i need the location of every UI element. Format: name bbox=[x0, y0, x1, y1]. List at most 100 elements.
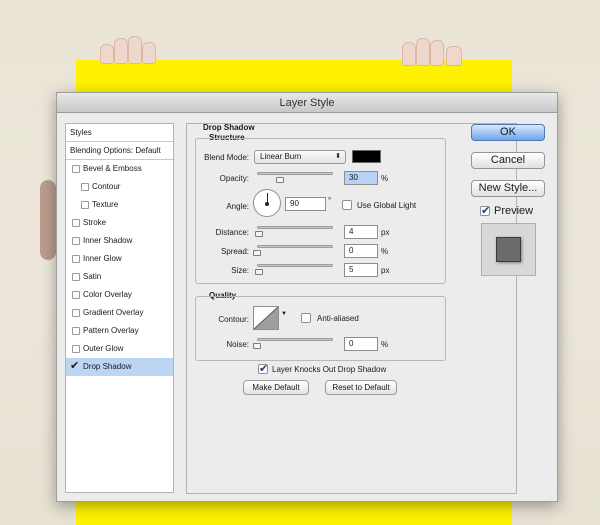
sidebar-blending-options[interactable]: Blending Options: Default bbox=[66, 142, 173, 160]
sidebar-item-inner-shadow[interactable]: Inner Shadow bbox=[66, 232, 173, 250]
drop-shadow-panel: Drop Shadow Structure Blend Mode: Linear… bbox=[186, 123, 517, 494]
blend-mode-select[interactable]: Linear Burn ⬍ bbox=[254, 150, 346, 164]
gradient-overlay-checkbox[interactable] bbox=[72, 309, 80, 317]
opacity-slider-knob[interactable] bbox=[275, 177, 284, 183]
sidebar-item-label: Outer Glow bbox=[83, 344, 124, 353]
sidebar-item-texture[interactable]: Texture bbox=[66, 196, 173, 214]
noise-label: Noise: bbox=[226, 340, 249, 349]
panel-title: Drop Shadow bbox=[203, 123, 255, 132]
inner-shadow-checkbox[interactable] bbox=[72, 237, 80, 245]
sidebar-item-label: Texture bbox=[92, 200, 119, 209]
noise-slider-knob[interactable] bbox=[253, 343, 261, 349]
sidebar-item-satin[interactable]: Satin bbox=[66, 268, 173, 286]
texture-checkbox[interactable] bbox=[81, 201, 89, 209]
left-hand bbox=[98, 36, 160, 64]
sidebar-item-label: Contour bbox=[92, 182, 121, 191]
preview-label: Preview bbox=[494, 205, 534, 217]
blend-mode-value: Linear Burn bbox=[260, 152, 302, 161]
ok-button[interactable]: OK bbox=[471, 124, 545, 141]
contour-preview[interactable] bbox=[253, 306, 279, 330]
satin-checkbox[interactable] bbox=[72, 273, 80, 281]
sidebar-item-bevel-emboss[interactable]: Bevel & Emboss bbox=[66, 160, 173, 178]
spread-input[interactable]: 0 bbox=[344, 244, 378, 258]
sidebar-item-label: Inner Glow bbox=[83, 254, 122, 263]
sidebar-item-label: Satin bbox=[83, 272, 102, 281]
sidebar-item-pattern-overlay[interactable]: Pattern Overlay bbox=[66, 322, 173, 340]
contour-curve-icon bbox=[254, 307, 278, 329]
blend-mode-label: Blend Mode: bbox=[204, 153, 249, 162]
sidebar-item-label: Gradient Overlay bbox=[83, 308, 144, 317]
contour-dropdown-icon[interactable]: ▼ bbox=[281, 311, 287, 317]
inner-glow-checkbox[interactable] bbox=[72, 255, 80, 263]
pattern-overlay-checkbox[interactable] bbox=[72, 327, 80, 335]
opacity-label: Opacity: bbox=[219, 174, 249, 183]
size-slider-track[interactable] bbox=[257, 264, 333, 267]
sidebar-item-gradient-overlay[interactable]: Gradient Overlay bbox=[66, 304, 173, 322]
angle-hub bbox=[265, 202, 269, 206]
knockout-checkbox[interactable] bbox=[258, 362, 268, 375]
dialog-title: Layer Style bbox=[57, 93, 557, 113]
distance-slider-track[interactable] bbox=[257, 226, 333, 229]
opacity-input[interactable]: 30 bbox=[344, 171, 378, 185]
sidebar-item-label: Drop Shadow bbox=[83, 362, 132, 371]
sidebar-item-label: Inner Shadow bbox=[83, 236, 133, 245]
sidebar-item-label: Color Overlay bbox=[83, 290, 132, 299]
color-overlay-checkbox[interactable] bbox=[72, 291, 80, 299]
size-slider-knob[interactable] bbox=[255, 269, 263, 275]
angle-dial[interactable] bbox=[253, 189, 281, 217]
contour-checkbox[interactable] bbox=[81, 183, 89, 191]
sidebar-header-styles[interactable]: Styles bbox=[66, 124, 173, 142]
noise-input[interactable]: 0 bbox=[344, 337, 378, 351]
outer-glow-checkbox[interactable] bbox=[72, 345, 80, 353]
angle-unit: ° bbox=[328, 196, 332, 205]
distance-unit: px bbox=[381, 228, 390, 237]
sidebar-item-inner-glow[interactable]: Inner Glow bbox=[66, 250, 173, 268]
anti-aliased-checkbox[interactable] bbox=[301, 313, 311, 323]
styles-sidebar: Styles Blending Options: Default Bevel &… bbox=[65, 123, 174, 493]
bevel-emboss-checkbox[interactable] bbox=[72, 165, 80, 173]
right-hand bbox=[400, 38, 466, 66]
preview-swatch bbox=[496, 237, 521, 262]
sidebar-item-stroke[interactable]: Stroke bbox=[66, 214, 173, 232]
anti-aliased-label: Anti-aliased bbox=[317, 314, 359, 323]
sidebar-item-label: Stroke bbox=[83, 218, 107, 227]
angle-input[interactable]: 90 bbox=[285, 197, 326, 211]
checkmark-icon[interactable]: ✔ bbox=[70, 358, 79, 374]
spread-slider-track[interactable] bbox=[257, 245, 333, 248]
sidebar-item-label: Pattern Overlay bbox=[83, 326, 139, 335]
distance-input[interactable]: 4 bbox=[344, 225, 378, 239]
stroke-checkbox[interactable] bbox=[72, 219, 80, 227]
sidebar-item-outer-glow[interactable]: Outer Glow bbox=[66, 340, 173, 358]
sidebar-item-contour[interactable]: Contour bbox=[66, 178, 173, 196]
use-global-light-label: Use Global Light bbox=[357, 201, 417, 210]
distance-label: Distance: bbox=[215, 228, 249, 237]
size-input[interactable]: 5 bbox=[344, 263, 378, 277]
sidebar-item-drop-shadow[interactable]: ✔ Drop Shadow bbox=[66, 358, 173, 376]
knockout-label: Layer Knocks Out Drop Shadow bbox=[272, 365, 387, 374]
select-arrows-icon: ⬍ bbox=[335, 153, 341, 160]
noise-slider-track[interactable] bbox=[257, 338, 333, 341]
quality-group bbox=[195, 296, 446, 361]
size-label: Size: bbox=[231, 266, 249, 275]
style-preview bbox=[481, 223, 536, 276]
distance-slider-knob[interactable] bbox=[255, 231, 263, 237]
sidebar-item-label: Bevel & Emboss bbox=[83, 164, 142, 173]
new-style-button[interactable]: New Style... bbox=[471, 180, 545, 197]
opacity-slider-track[interactable] bbox=[257, 172, 333, 175]
opacity-unit: % bbox=[381, 174, 389, 183]
make-default-button[interactable]: Make Default bbox=[243, 380, 309, 395]
angle-label: Angle: bbox=[226, 202, 249, 211]
shadow-color-swatch[interactable] bbox=[352, 150, 381, 163]
spread-label: Spread: bbox=[220, 247, 249, 256]
noise-unit: % bbox=[381, 340, 389, 349]
size-unit: px bbox=[381, 266, 390, 275]
contour-label: Contour: bbox=[218, 315, 249, 324]
spread-slider-knob[interactable] bbox=[253, 250, 261, 256]
cancel-button[interactable]: Cancel bbox=[471, 152, 545, 169]
preview-checkbox[interactable] bbox=[480, 204, 490, 217]
layer-style-dialog: Layer Style Styles Blending Options: Def… bbox=[56, 92, 558, 502]
use-global-light-checkbox[interactable] bbox=[342, 200, 352, 210]
sidebar-item-color-overlay[interactable]: Color Overlay bbox=[66, 286, 173, 304]
reset-to-default-button[interactable]: Reset to Default bbox=[325, 380, 397, 395]
arm bbox=[40, 180, 56, 260]
